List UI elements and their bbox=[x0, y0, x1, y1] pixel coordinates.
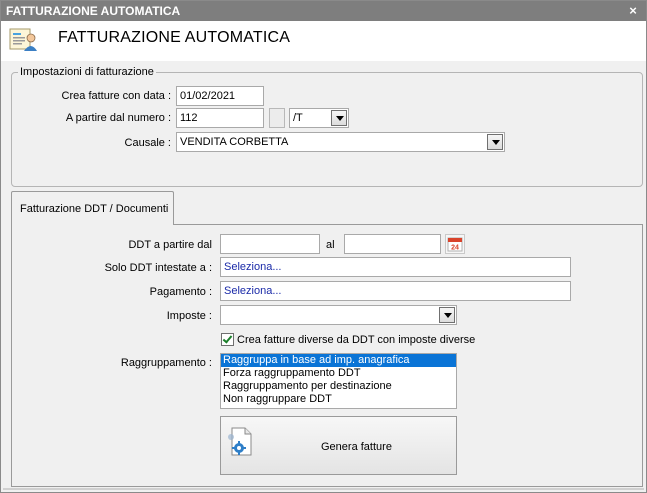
genera-fatture-label: Genera fatture bbox=[321, 441, 392, 453]
dialog-window: FATTURAZIONE AUTOMATICA × FATTURAZIONE A… bbox=[0, 0, 647, 493]
pagamento-field[interactable]: Seleziona... bbox=[220, 281, 571, 301]
calendar-icon: 24 bbox=[447, 237, 463, 252]
chevron-down-icon[interactable] bbox=[487, 134, 503, 150]
series-value: /T bbox=[293, 112, 303, 124]
ddt-to-label: al bbox=[326, 239, 335, 251]
genera-fatture-button[interactable]: Genera fatture bbox=[220, 416, 457, 475]
raggruppamento-listbox[interactable]: Raggruppa in base ad imp. anagrafica For… bbox=[220, 353, 457, 409]
dialog-header: FATTURAZIONE AUTOMATICA bbox=[1, 21, 646, 61]
invoice-person-icon bbox=[9, 28, 37, 51]
start-number-field[interactable]: 112 bbox=[176, 108, 264, 128]
raggruppamento-label: Raggruppamento : bbox=[120, 357, 212, 369]
bottom-divider bbox=[3, 488, 644, 490]
invoice-date-field[interactable]: 01/02/2021 bbox=[176, 86, 264, 106]
imposte-label: Imposte : bbox=[166, 310, 212, 322]
imposte-diverse-label[interactable]: Crea fatture diverse da DDT con imposte … bbox=[237, 333, 475, 347]
chevron-down-icon[interactable] bbox=[439, 307, 455, 323]
document-gear-icon bbox=[228, 427, 252, 456]
ddt-from-date-field[interactable] bbox=[220, 234, 320, 254]
window-title: FATTURAZIONE AUTOMATICA bbox=[6, 4, 181, 18]
list-item[interactable]: Raggruppa in base ad imp. anagrafica bbox=[221, 354, 456, 367]
series-select[interactable]: /T bbox=[289, 108, 349, 128]
ddt-to-date-field[interactable] bbox=[344, 234, 441, 254]
date-label: Crea fatture con data : bbox=[61, 90, 171, 102]
close-icon[interactable]: × bbox=[626, 1, 640, 21]
chevron-down-icon[interactable] bbox=[331, 110, 347, 126]
causale-select[interactable]: VENDITA CORBETTA bbox=[176, 132, 505, 152]
list-item[interactable]: Forza raggruppamento DDT bbox=[221, 367, 456, 380]
causale-label: Causale : bbox=[124, 137, 171, 149]
number-label: A partire dal numero : bbox=[65, 112, 171, 124]
calendar-button[interactable]: 24 bbox=[445, 234, 465, 254]
checkmark-icon bbox=[222, 333, 233, 344]
list-item[interactable]: Raggruppamento per destinazione bbox=[221, 380, 456, 393]
group-legend: Impostazioni di fatturazione bbox=[18, 66, 156, 78]
number-picker-button[interactable] bbox=[269, 108, 285, 128]
page-title: FATTURAZIONE AUTOMATICA bbox=[58, 29, 291, 46]
imposte-diverse-checkbox[interactable] bbox=[221, 333, 234, 346]
causale-value: VENDITA CORBETTA bbox=[180, 136, 289, 148]
pagamento-label: Pagamento : bbox=[149, 286, 212, 298]
solo-ddt-field[interactable]: Seleziona... bbox=[220, 257, 571, 277]
imposte-select[interactable] bbox=[220, 305, 457, 325]
solo-ddt-label: Solo DDT intestate a : bbox=[104, 262, 212, 274]
title-bar: FATTURAZIONE AUTOMATICA × bbox=[1, 1, 646, 21]
list-item[interactable]: Non raggruppare DDT bbox=[221, 393, 456, 406]
calendar-day: 24 bbox=[451, 245, 459, 252]
ddt-from-label: DDT a partire dal bbox=[128, 239, 212, 251]
tab-fatturazione-ddt[interactable]: Fatturazione DDT / Documenti bbox=[11, 191, 174, 225]
